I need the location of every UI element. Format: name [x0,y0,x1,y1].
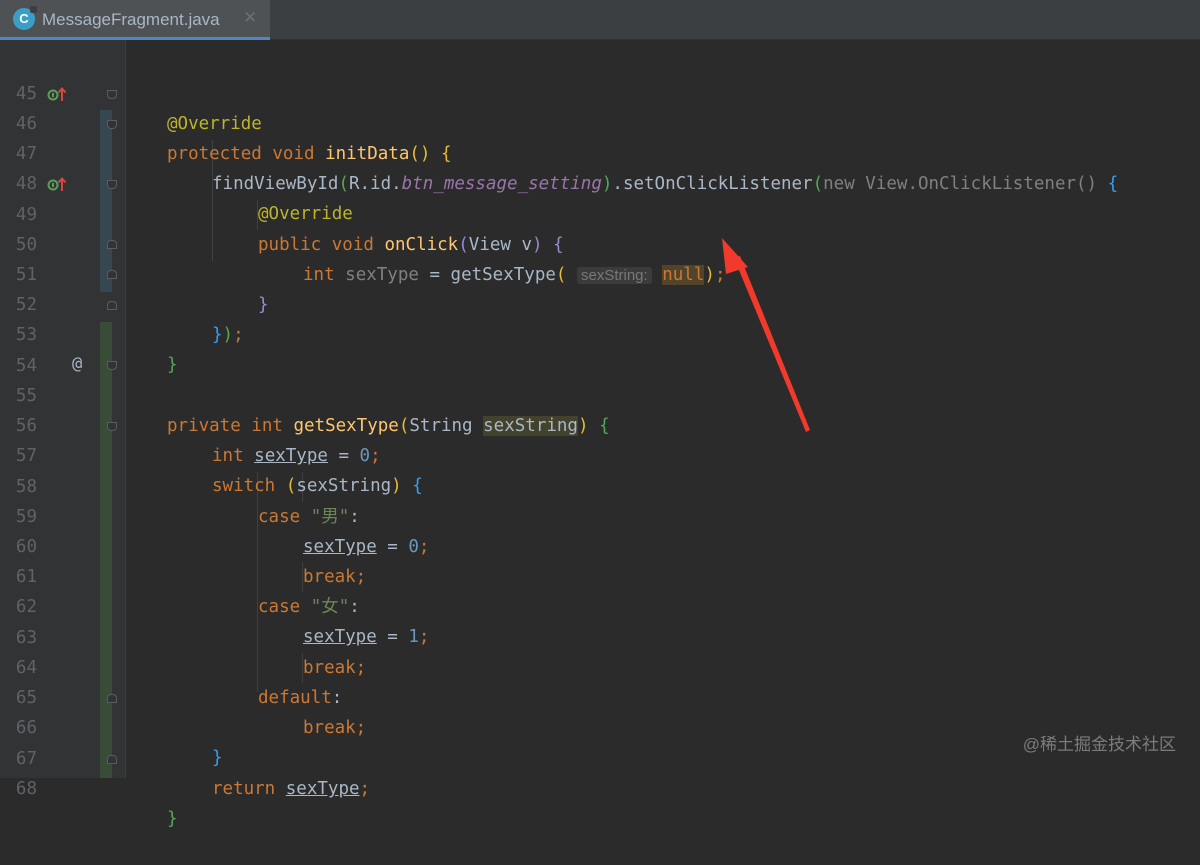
line-number: 68 [15,779,37,800]
watermark: @稀土掘金技术社区 [1022,735,1176,754]
line-code: } [167,809,178,830]
red-arrow-annotation [722,238,810,432]
line-code: return sexType; [212,779,371,800]
